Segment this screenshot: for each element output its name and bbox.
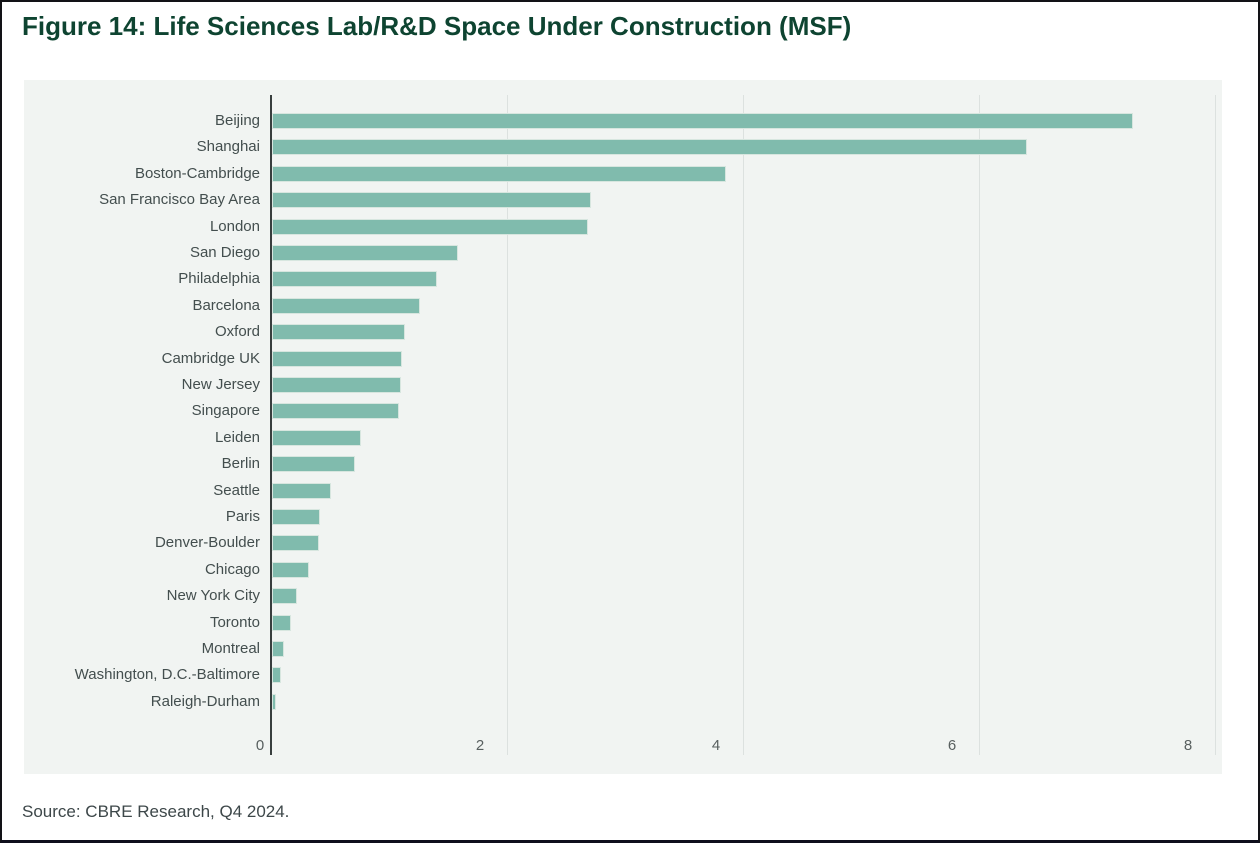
category-label: Philadelphia <box>178 270 260 288</box>
figure-card: Figure 14: Life Sciences Lab/R&D Space U… <box>0 0 1260 843</box>
bar-singapore <box>272 403 400 420</box>
category-label: Washington, D.C.-Baltimore <box>74 666 260 684</box>
bar-chart: Beijing Shanghai Boston-Cambridge San Franc… <box>24 80 1222 774</box>
x-tick-label: 0 <box>255 737 265 754</box>
x-tick-label: 4 <box>711 737 721 754</box>
bar-montreal <box>272 641 284 657</box>
grid-line-x6 <box>978 95 980 755</box>
category-label: Singapore <box>191 402 260 420</box>
category-label: Beijing <box>214 112 260 129</box>
category-label: Leiden <box>214 428 260 446</box>
bar-washington-d-c-baltimore <box>272 667 282 684</box>
category-label: Chicago <box>204 560 260 578</box>
bar-new-jersey <box>272 377 401 393</box>
category-label: New Jersey <box>181 376 260 393</box>
category-label: Oxford <box>214 323 260 341</box>
bar-denver-boulder <box>272 535 320 552</box>
grid-line-x8 <box>1214 95 1216 755</box>
bar-new-york-city <box>272 588 297 605</box>
category-label: Boston-Cambridge <box>134 164 260 182</box>
category-label: Seattle <box>213 481 260 499</box>
bar-barcelona <box>272 297 420 314</box>
bar-raleigh-durham <box>272 693 276 710</box>
category-label: San Francisco Bay Area <box>99 191 260 209</box>
category-label: Paris <box>225 508 260 525</box>
figure-title: Figure 14: Life Sciences Lab/R&D Space U… <box>22 11 852 41</box>
bar-chicago <box>272 561 309 578</box>
category-label: Raleigh-Durham <box>150 692 260 710</box>
bar-paris <box>272 509 321 525</box>
category-label: New York City <box>166 587 260 605</box>
category-label: Barcelona <box>192 296 260 314</box>
category-label: Cambridge UK <box>161 349 260 367</box>
x-tick-label: 2 <box>475 737 485 754</box>
bar-seattle <box>272 482 331 499</box>
bar-berlin <box>272 456 355 473</box>
category-label: Shanghai <box>196 138 260 156</box>
category-label: Toronto <box>209 613 260 631</box>
bar-san-diego <box>272 245 459 261</box>
bar-boston-cambridge <box>272 165 727 182</box>
bar-london <box>272 218 589 235</box>
grid-line-x4 <box>742 95 744 755</box>
bar-cambridge-uk <box>272 350 402 367</box>
bar-toronto <box>272 614 291 631</box>
bar-beijing <box>272 113 1134 129</box>
source-note: Source: CBRE Research, Q4 2024. <box>22 802 290 821</box>
category-label: San Diego <box>189 244 260 261</box>
category-label: Berlin <box>221 455 260 473</box>
category-label: London <box>209 217 260 235</box>
bar-shanghai <box>272 139 1028 156</box>
bar-san-francisco-bay-area <box>272 192 591 209</box>
category-label: Denver-Boulder <box>154 534 260 552</box>
bar-leiden <box>272 429 361 446</box>
category-label: Montreal <box>201 640 260 657</box>
bar-philadelphia <box>272 271 438 288</box>
bar-oxford <box>272 324 406 341</box>
x-tick-label: 6 <box>947 737 957 754</box>
x-tick-label: 8 <box>1183 737 1193 754</box>
